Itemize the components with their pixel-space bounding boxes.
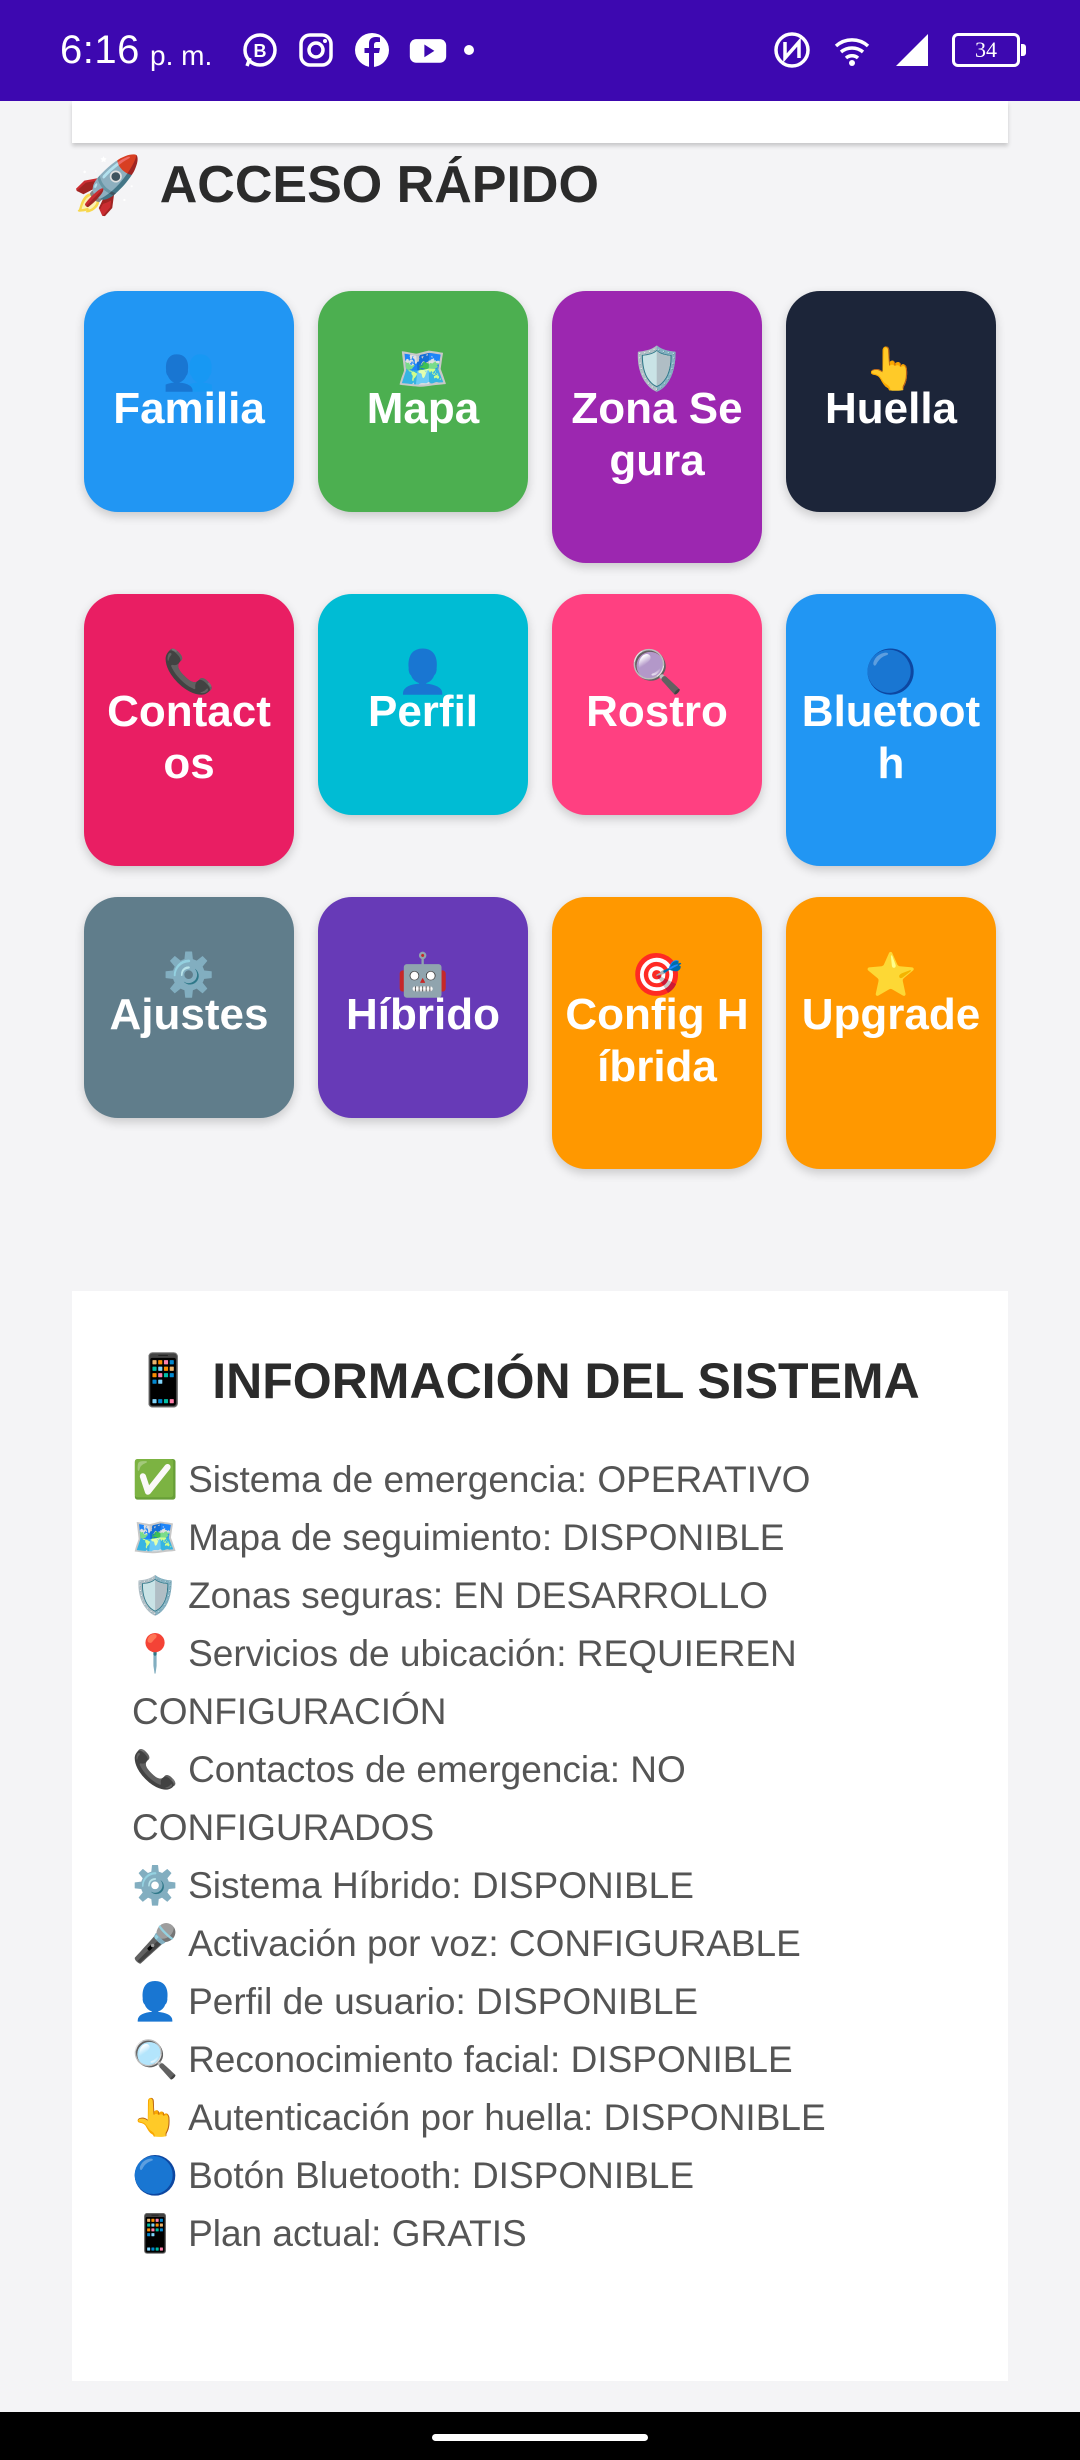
more-notifications-icon: [464, 45, 474, 55]
battery-icon: 34: [952, 33, 1026, 67]
tile-rostro[interactable]: 🔍 Rostro: [552, 594, 762, 815]
tile-label: Upgrade: [801, 990, 981, 1039]
facebook-icon: [355, 33, 389, 67]
tile-label: Perfil: [367, 687, 479, 736]
gear-icon: ⚙️: [132, 1865, 179, 1906]
info-text: Contactos de emergencia: NO CONFIGURADOS: [132, 1749, 686, 1848]
tile-mapa[interactable]: 🗺️ Mapa: [318, 291, 528, 512]
info-item: 📍 Servicios de ubicación: REQUIEREN CONFI…: [132, 1625, 932, 1741]
info-item: 👆 Autenticación por huella: DISPONIBLE: [132, 2089, 932, 2147]
info-text: Plan actual: GRATIS: [188, 2213, 527, 2254]
info-item: 👤 Perfil de usuario: DISPONIBLE: [132, 1973, 932, 2031]
info-item: 🎤 Activación por voz: CONFIGURABLE: [132, 1915, 932, 1973]
info-text: Activación por voz: CONFIGURABLE: [188, 1923, 801, 1964]
tile-label: Ajustes: [109, 990, 269, 1039]
notification-icons: B: [240, 30, 474, 70]
map-icon: 🗺️: [132, 1517, 179, 1558]
tile-huella[interactable]: 👆 Huella: [786, 291, 996, 512]
shield-icon: 🛡️: [132, 1575, 179, 1616]
tile-label: Config Híbrida: [565, 990, 749, 1091]
info-item: ✅ Sistema de emergencia: OPERATIVO: [132, 1451, 932, 1509]
microphone-icon: 🎤: [132, 1923, 179, 1964]
tile-zona-segura[interactable]: 🛡️ Zona Segura: [552, 291, 762, 563]
tile-label: Huella: [824, 384, 958, 433]
system-info-card: 📱 INFORMACIÓN DEL SISTEMA ✅ Sistema de em…: [72, 1291, 1008, 2381]
info-text: Reconocimiento facial: DISPONIBLE: [188, 2039, 793, 2080]
system-info-title: 📱 INFORMACIÓN DEL SISTEMA: [132, 1351, 920, 1410]
status-ampm: p. m.: [150, 40, 213, 71]
info-item: 📱 Plan actual: GRATIS: [132, 2205, 932, 2263]
wifi-icon: [834, 38, 870, 66]
info-text: Sistema Híbrido: DISPONIBLE: [188, 1865, 694, 1906]
user-icon: 👤: [132, 1981, 179, 2022]
tile-label: Zona Segura: [571, 384, 743, 485]
pin-icon: 📍: [132, 1633, 179, 1674]
info-text: Mapa de seguimiento: DISPONIBLE: [188, 1517, 785, 1558]
tile-contactos[interactable]: 📞 Contactos: [84, 594, 294, 866]
magnifier-icon: 🔍: [132, 2039, 179, 2080]
status-time: 6:16: [60, 28, 140, 72]
info-text: Autenticación por huella: DISPONIBLE: [188, 2097, 826, 2138]
tile-label: Mapa: [366, 384, 480, 433]
tile-label: Híbrido: [346, 990, 500, 1039]
tile-label: Familia: [113, 384, 265, 433]
tile-familia[interactable]: 👥 Familia: [84, 291, 294, 512]
info-item: 📞 Contactos de emergencia: NO CONFIGURADO…: [132, 1741, 932, 1857]
pointing-hand-icon: 👆: [132, 2097, 179, 2138]
phone-icon: 📞: [132, 1749, 179, 1790]
tile-upgrade[interactable]: ⭐ Upgrade: [786, 897, 996, 1169]
signal-icon: [896, 34, 928, 66]
quick-access-title: 🚀 ACCESO RÁPIDO: [72, 150, 599, 220]
system-icons: 34: [772, 30, 1026, 70]
info-text: Servicios de ubicación: REQUIEREN CONFIG…: [132, 1633, 797, 1732]
info-text: Perfil de usuario: DISPONIBLE: [188, 1981, 699, 2022]
info-item: 🔍 Reconocimiento facial: DISPONIBLE: [132, 2031, 932, 2089]
tile-label: Rostro: [586, 687, 728, 736]
system-info-heading: INFORMACIÓN DEL SISTEMA: [212, 1352, 920, 1409]
info-text: Botón Bluetooth: DISPONIBLE: [188, 2155, 695, 2196]
info-text: Zonas seguras: EN DESARROLLO: [188, 1575, 768, 1616]
info-item: ⚙️ Sistema Híbrido: DISPONIBLE: [132, 1857, 932, 1915]
previous-card: [72, 101, 1008, 143]
tile-perfil[interactable]: 👤 Perfil: [318, 594, 528, 815]
whatsapp-business-icon: B: [243, 33, 277, 67]
info-item: 🔵 Botón Bluetooth: DISPONIBLE: [132, 2147, 932, 2205]
battery-level: 34: [975, 37, 997, 62]
phone-device-icon: 📱: [132, 1352, 195, 1408]
tile-label: Bluetooth: [801, 687, 981, 788]
blue-circle-icon: 🔵: [132, 2155, 179, 2196]
info-item: 🛡️ Zonas seguras: EN DESARROLLO: [132, 1567, 932, 1625]
mobile-phone-icon: 📱: [132, 2213, 179, 2254]
quick-access-heading: ACCESO RÁPIDO: [159, 156, 599, 214]
home-gesture-handle[interactable]: [432, 2434, 648, 2441]
check-icon: ✅: [132, 1459, 179, 1500]
tile-config-hibrida[interactable]: 🎯 Config Híbrida: [552, 897, 762, 1169]
tile-hibrido[interactable]: 🤖 Híbrido: [318, 897, 528, 1118]
youtube-icon: [409, 39, 447, 63]
tile-label: Contactos: [107, 687, 271, 788]
system-info-list: ✅ Sistema de emergencia: OPERATIVO 🗺️ Mapa…: [132, 1451, 932, 2263]
rocket-icon: 🚀: [72, 153, 142, 216]
tile-ajustes[interactable]: ⚙️ Ajustes: [84, 897, 294, 1118]
status-bar: 6:16 p. m. B 34: [0, 0, 1080, 101]
info-text: Sistema de emergencia: OPERATIVO: [188, 1459, 811, 1500]
instagram-icon: [299, 33, 333, 67]
nfc-icon: [774, 32, 810, 68]
info-item: 🗺️ Mapa de seguimiento: DISPONIBLE: [132, 1509, 932, 1567]
navigation-bar: [0, 2412, 1080, 2460]
svg-text:B: B: [254, 41, 267, 61]
tile-bluetooth[interactable]: 🔵 Bluetooth: [786, 594, 996, 866]
